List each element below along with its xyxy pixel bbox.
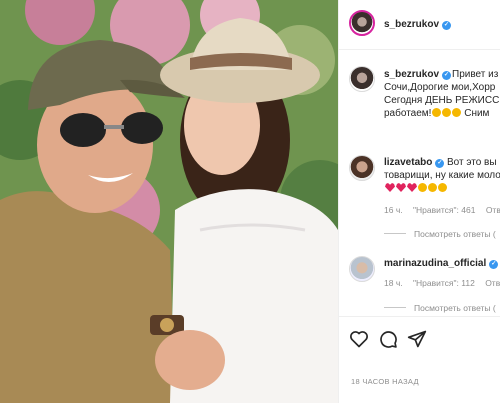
comment-avatar[interactable] [349,155,375,181]
post-header: s_bezrukov ✓ [339,0,500,50]
verified-badge-icon: ✓ [489,260,499,269]
caption-author-avatar[interactable] [349,66,375,92]
post-photo[interactable] [0,0,338,403]
comment-username-text[interactable]: marinazudina_official [384,258,486,269]
comment-reply-button[interactable]: Отв [486,205,500,215]
bicep-emoji-icon [428,183,437,192]
caption-line-1: Привет из [452,69,499,80]
caption-line-2: Сочи,Дорогие мои,Хорр [384,82,496,93]
comment-avatar[interactable] [349,256,375,282]
verified-badge-icon: ✓ [442,21,452,30]
caption-line-4: работаем! Сним [384,107,489,120]
share-icon[interactable] [407,329,427,349]
comment-reply-button[interactable]: Отв [485,278,500,288]
comment-likes[interactable]: "Нравится": 112 [413,278,475,288]
caption-line-3: Сегодня ДЕНЬ РЕЖИССЁ [384,95,500,106]
verified-badge-icon: ✓ [435,159,445,168]
post-details-panel: s_bezrukov ✓ s_bezrukov ✓ Привет из Сочи,Д… [338,0,500,403]
post-timestamp[interactable]: 18 ЧАСОВ НАЗАД [351,377,419,386]
verified-badge-icon: ✓ [442,71,452,80]
comment-line-1: Вот это вы , [447,157,500,168]
comment-line-2: товарищи, ну какие моло [384,170,500,181]
comment-meta: 18 ч. "Нравится": 112 Отв [384,278,500,288]
bicep-emoji-icon [438,183,447,192]
caption-username-text[interactable]: s_bezrukov [384,69,439,80]
bicep-emoji-icon [452,108,462,117]
heart-icon[interactable] [349,329,369,349]
bicep-emoji-icon [442,108,452,117]
comment-time[interactable]: 16 ч. [384,205,403,215]
comment-username[interactable]: lizavetabo ✓ [384,157,445,168]
photo-illustration [0,0,338,403]
heart-emoji-icon [385,183,395,192]
instagram-post-view: s_bezrukov ✓ s_bezrukov ✓ Привет из Сочи,Д… [0,0,500,403]
comment-icon[interactable] [378,329,398,349]
comment-meta: 16 ч. "Нравится": 461 Отв [384,205,500,215]
view-replies-link[interactable]: Посмотреть ответы ( [384,303,496,313]
author-username[interactable]: s_bezrukov ✓ [384,19,452,30]
post-actions-bar: 18 ЧАСОВ НАЗАД [339,316,500,403]
caption-line-4-text: работаем! [384,108,432,119]
author-username-text[interactable]: s_bezrukov [384,19,439,30]
comment-likes[interactable]: "Нравится": 461 [413,205,475,215]
comment-username-text[interactable]: lizavetabo [384,157,432,168]
comment-emoji-row [384,182,447,195]
comment-username[interactable]: marinazudina_official ✓ [384,258,499,269]
comment-time[interactable]: 18 ч. [384,278,403,288]
caption-username[interactable]: s_bezrukov ✓ [384,69,452,80]
author-avatar[interactable] [349,10,375,36]
heart-emoji-icon [396,183,406,192]
bicep-emoji-icon [432,108,442,117]
view-replies-link[interactable]: Посмотреть ответы ( [384,229,496,239]
bicep-emoji-icon [418,183,427,192]
heart-emoji-icon [407,183,417,192]
caption-line-4-tail: Сним [464,108,490,119]
